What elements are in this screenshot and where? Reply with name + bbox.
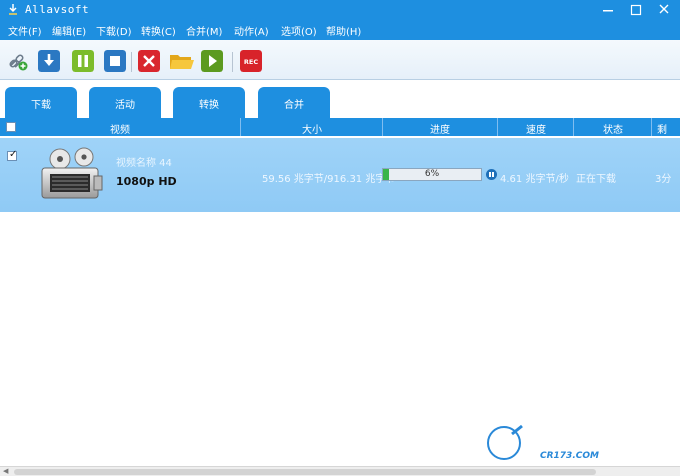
menu-file[interactable]: 文件(F) (8, 23, 42, 38)
maximize-icon[interactable] (624, 0, 648, 20)
close-icon[interactable] (652, 0, 676, 20)
tab-merge[interactable]: 合并 (258, 87, 330, 118)
menu-help[interactable]: 帮助(H) (326, 23, 361, 38)
tab-download[interactable]: 下载 (5, 87, 77, 118)
menu-bar: 文件(F) 编辑(E) 下载(D) 转换(C) 合并(M) 动作(A) 选项(O… (0, 20, 680, 40)
menu-options[interactable]: 选项(O) (281, 23, 317, 38)
speed-value: 4.61 兆字节/秒 (500, 174, 569, 185)
video-subtitle: 视频名称 44 (116, 158, 172, 169)
column-video[interactable]: 视频 (110, 121, 130, 136)
pause-all-icon[interactable] (72, 50, 94, 72)
row-checkbox[interactable]: ✓ (7, 149, 18, 161)
tab-merge-label: 合并 (284, 100, 304, 111)
paste-link-icon[interactable] (7, 50, 29, 72)
toolbar-separator (131, 52, 132, 72)
video-title: 1080p HD (116, 175, 177, 188)
column-speed[interactable]: 速度 (526, 121, 546, 136)
download-icon[interactable] (38, 50, 60, 72)
tab-active-label: 活动 (115, 100, 135, 111)
remaining-value: 3分 (655, 174, 672, 185)
video-projector-icon (41, 147, 103, 199)
progress-bar: 6% (382, 168, 482, 181)
tab-active[interactable]: 活动 (89, 87, 161, 118)
scroll-left-icon[interactable]: ◀ (3, 467, 8, 475)
scrollbar-thumb[interactable] (14, 469, 596, 475)
menu-edit[interactable]: 编辑(E) (52, 23, 86, 38)
menu-convert[interactable]: 转换(C) (141, 23, 176, 38)
stop-all-icon[interactable] (104, 50, 126, 72)
column-divider[interactable] (651, 118, 652, 136)
record-label: REC (244, 58, 258, 66)
progress-label: 6% (424, 169, 440, 179)
column-progress[interactable]: 进度 (430, 121, 450, 136)
watermark-logo-icon (485, 424, 523, 462)
play-icon[interactable] (201, 50, 223, 72)
checkmark-icon: ✓ (9, 149, 18, 160)
toolbar-separator (232, 52, 233, 72)
column-divider[interactable] (382, 118, 383, 136)
tab-download-label: 下载 (31, 100, 51, 111)
tab-strip: 下载 活动 转换 合并 (0, 80, 680, 118)
column-divider[interactable] (497, 118, 498, 136)
status-value: 正在下载 (576, 174, 616, 185)
menu-download[interactable]: 下载(D) (96, 23, 132, 38)
table-header: 视频 大小 进度 速度 状态 剩 (0, 118, 680, 136)
column-remaining[interactable]: 剩 (657, 121, 667, 136)
select-all-checkbox[interactable] (6, 122, 16, 132)
size-value: 59.56 兆字节/916.31 兆字节 (262, 174, 396, 185)
toolbar: REC (0, 40, 680, 80)
menu-action[interactable]: 动作(A) (234, 23, 269, 38)
watermark-url: CR173.COM (540, 451, 599, 461)
tab-convert[interactable]: 转换 (173, 87, 245, 118)
app-logo-icon (9, 4, 17, 15)
tab-convert-label: 转换 (199, 100, 219, 111)
column-status[interactable]: 状态 (603, 121, 623, 136)
watermark: 西西软件园 CR173.COM (482, 420, 678, 466)
open-folder-icon[interactable] (169, 50, 195, 72)
record-icon[interactable]: REC (240, 50, 262, 72)
column-size[interactable]: 大小 (302, 121, 322, 136)
pause-icon[interactable] (486, 169, 497, 180)
minimize-icon[interactable] (596, 0, 620, 20)
table-row[interactable]: ✓ 视频名称 44 1080p HD 59.56 兆字节/916.31 兆字节 … (0, 138, 680, 212)
column-divider[interactable] (573, 118, 574, 136)
delete-icon[interactable] (138, 50, 160, 72)
watermark-text: 西西软件园 (526, 429, 626, 453)
window-title: Allavsoft (25, 3, 90, 16)
title-bar: Allavsoft (0, 0, 680, 20)
column-divider[interactable] (240, 118, 241, 136)
menu-merge[interactable]: 合并(M) (186, 23, 222, 38)
horizontal-scrollbar[interactable]: ◀ (0, 466, 680, 476)
